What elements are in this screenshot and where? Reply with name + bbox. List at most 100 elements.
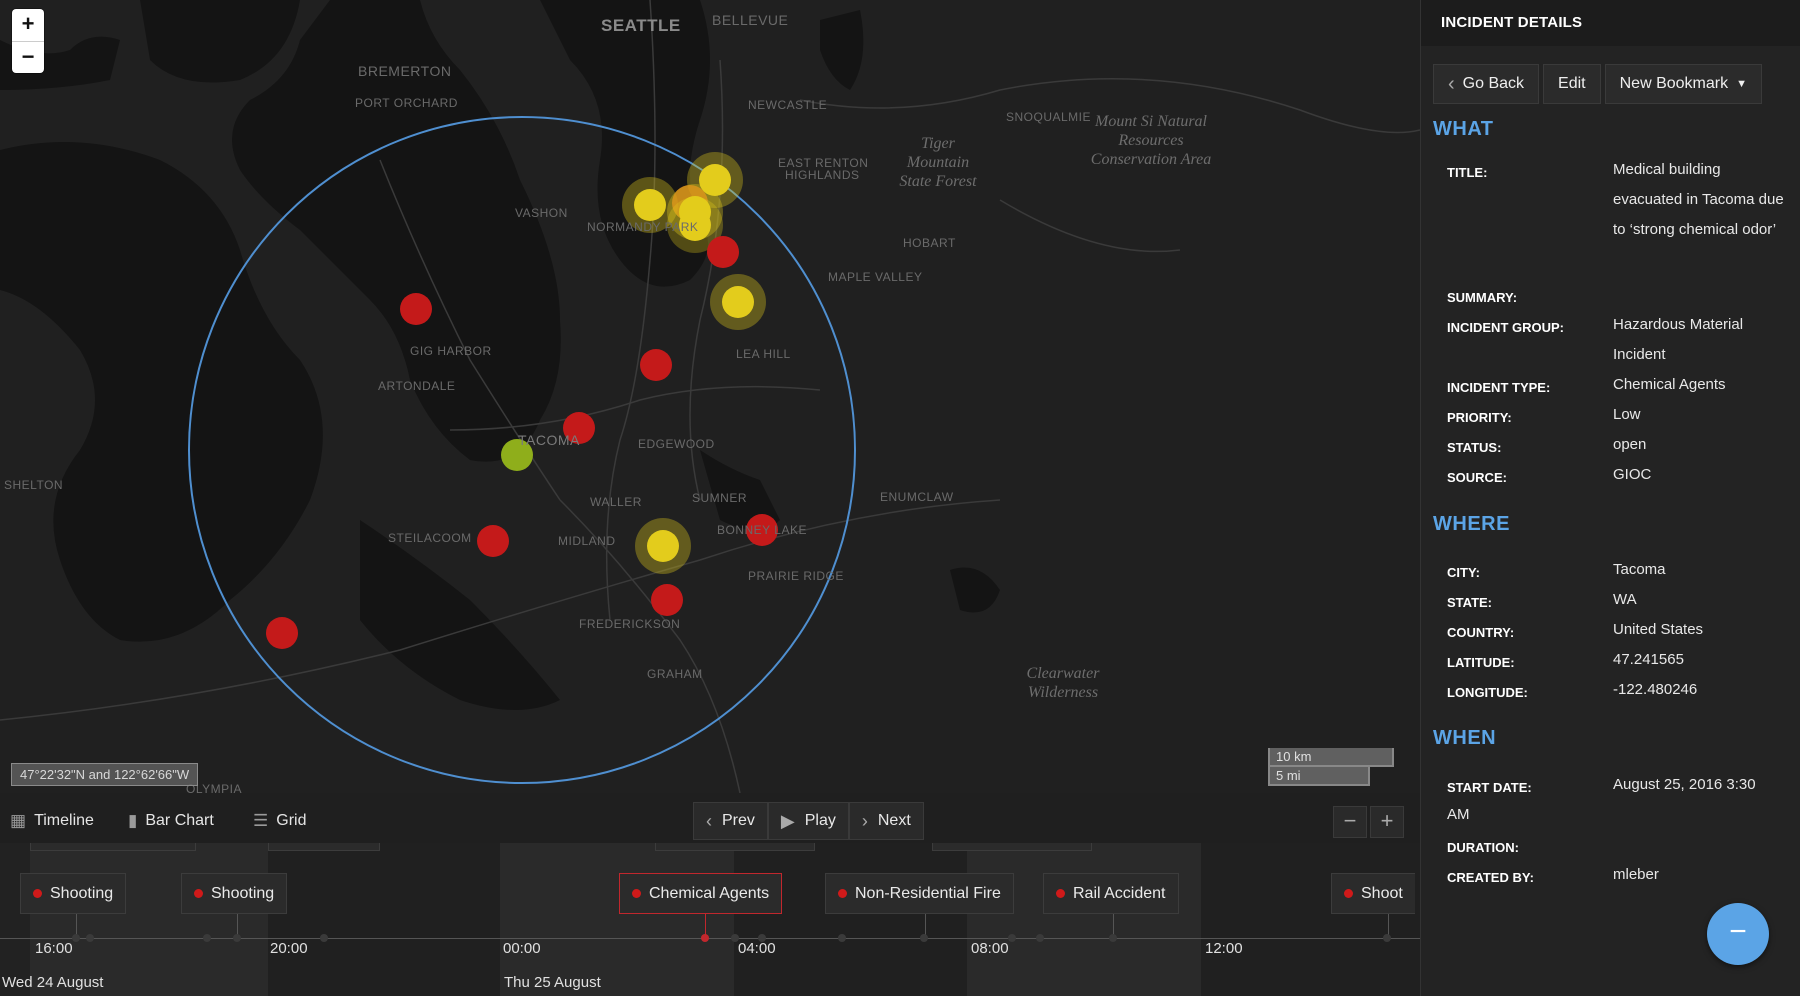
event-pin (233, 934, 241, 942)
map-zoom-in-button[interactable]: + (12, 9, 44, 41)
place-label: SUMNER (692, 491, 748, 505)
timeline-event[interactable]: Rail Accident (1043, 873, 1179, 914)
map-view[interactable]: SEATTLE BELLEVUE BREMERTON PORT ORCHARD … (0, 0, 1420, 793)
collapse-fab-button[interactable]: − (1707, 903, 1769, 965)
grid-view-button[interactable]: ☰ Grid (243, 803, 316, 839)
timeline-band (967, 843, 1201, 996)
timeline-zoom-in-button[interactable]: + (1370, 806, 1404, 838)
time-tick: 12:00 (1205, 940, 1243, 957)
event-pin (920, 934, 928, 942)
bar-chart-view-label: Bar Chart (145, 812, 214, 829)
field-value: open (1613, 436, 1647, 453)
place-label: ENUMCLAW (880, 490, 954, 504)
incident-marker (640, 349, 672, 381)
incident-marker (266, 617, 298, 649)
field-value: Low (1613, 406, 1641, 423)
place-label: TACOMA (518, 432, 580, 448)
place-label: BREMERTON (358, 63, 452, 79)
place-label: Tiger Mountain State Forest (899, 135, 977, 190)
timeline-event[interactable]: Non-Residential Fire (825, 873, 1014, 914)
event-dot (1344, 889, 1353, 898)
section-what: WHAT (1433, 118, 1494, 140)
place-label: NEWCASTLE (748, 98, 828, 112)
place-label: NORMANDY PARK (587, 220, 699, 234)
list-icon: ☰ (253, 811, 269, 830)
event-dot (838, 889, 847, 898)
incident-marker (722, 286, 754, 318)
event-pin (1109, 934, 1117, 942)
place-label: PRAIRIE RIDGE (748, 569, 844, 583)
section-where: WHERE (1433, 513, 1510, 535)
event-pin (1383, 934, 1391, 942)
place-label: Clearwater Wilderness (1026, 665, 1100, 701)
timeline-toolbar: ▦ Timeline ▮ Bar Chart ☰ Grid ‹ Prev ▶ Pla… (0, 793, 1420, 843)
place-label: SNOQUALMIE (1006, 110, 1092, 124)
play-button[interactable]: ▶ Play (767, 802, 849, 840)
place-label: GRAHAM (647, 667, 703, 681)
next-button[interactable]: › Next (848, 802, 924, 840)
date-label: Thu 25 August (504, 974, 601, 991)
timeline-event[interactable]: Shooting (20, 873, 127, 914)
chevron-right-icon: › (861, 810, 868, 831)
chevron-left-icon: ‹ (706, 810, 712, 831)
timeline-event[interactable]: Shooting (181, 873, 288, 914)
timeline-event-label: Shooting (50, 884, 114, 902)
date-label: Wed 24 August (2, 974, 104, 991)
new-bookmark-label: New Bookmark (1619, 75, 1729, 92)
field-value: United States (1613, 621, 1704, 638)
field-value: August 25, 2016 3:30 (1613, 776, 1756, 793)
field-key: SUMMARY: (1447, 290, 1518, 305)
field-key: CREATED BY: (1447, 870, 1534, 885)
place-label: SEATTLE (601, 16, 681, 35)
timeline-event[interactable]: Shoot (1331, 873, 1415, 914)
prev-label: Prev (722, 812, 755, 829)
timeline-event-overflow (30, 843, 196, 851)
bar-chart-view-button[interactable]: ▮ Bar Chart (118, 803, 224, 839)
time-tick: 16:00 (35, 940, 73, 957)
new-bookmark-dropdown[interactable]: New Bookmark ▼ (1604, 64, 1762, 104)
go-back-button[interactable]: ‹ Go Back (1433, 64, 1540, 104)
play-icon: ▶ (780, 810, 795, 831)
field-key: CITY: (1447, 565, 1480, 580)
place-label: EDGEWOOD (638, 437, 715, 451)
map-zoom-out-button[interactable]: − (12, 41, 44, 73)
place-label: MIDLAND (558, 534, 616, 548)
event-dot (194, 889, 203, 898)
timeline-axis (0, 938, 1420, 939)
timeline[interactable]: Shooting Shooting Chemical Agents Non-Re… (0, 843, 1420, 996)
timeline-view-button[interactable]: ▦ Timeline (0, 803, 104, 839)
time-tick: 00:00 (503, 940, 541, 957)
field-key: COUNTRY: (1447, 625, 1515, 640)
field-value: Medical building evacuated in Tacoma due… (1613, 161, 1784, 238)
panel-actions: ‹ Go Back Edit New Bookmark ▼ (1433, 64, 1762, 104)
field-key: LATITUDE: (1447, 655, 1515, 670)
timeline-event-overflow (655, 843, 815, 851)
place-label: HOBART (903, 236, 956, 250)
play-label: Play (804, 812, 836, 829)
field-value: -122.480246 (1613, 681, 1698, 698)
place-label: PORT ORCHARD (355, 96, 458, 110)
caret-down-icon: ▼ (1736, 78, 1747, 90)
next-label: Next (877, 812, 911, 829)
place-label: LEA HILL (736, 347, 791, 361)
place-label: GIG HARBOR (410, 344, 492, 358)
place-label: BELLEVUE (712, 12, 789, 28)
field-key: STATE: (1447, 595, 1493, 610)
prev-button[interactable]: ‹ Prev (693, 802, 768, 840)
field-key: SOURCE: (1447, 470, 1507, 485)
scale-bar-km: 10 km (1268, 748, 1394, 767)
field-value: AM (1447, 806, 1470, 823)
field-value: 47.241565 (1613, 651, 1684, 668)
field-value: Chemical Agents (1613, 376, 1726, 393)
timeline-event-selected[interactable]: Chemical Agents (619, 873, 783, 914)
timeline-zoom-out-button[interactable]: − (1333, 806, 1367, 838)
event-dot (1056, 889, 1065, 898)
place-label: MAPLE VALLEY (828, 270, 923, 284)
event-pin (1008, 934, 1016, 942)
field-value: GIOC (1613, 466, 1652, 483)
incident-marker (477, 525, 509, 557)
edit-button[interactable]: Edit (1543, 64, 1601, 104)
event-pin (203, 934, 211, 942)
go-back-label: Go Back (1462, 75, 1525, 92)
field-key: INCIDENT GROUP: (1447, 320, 1564, 335)
